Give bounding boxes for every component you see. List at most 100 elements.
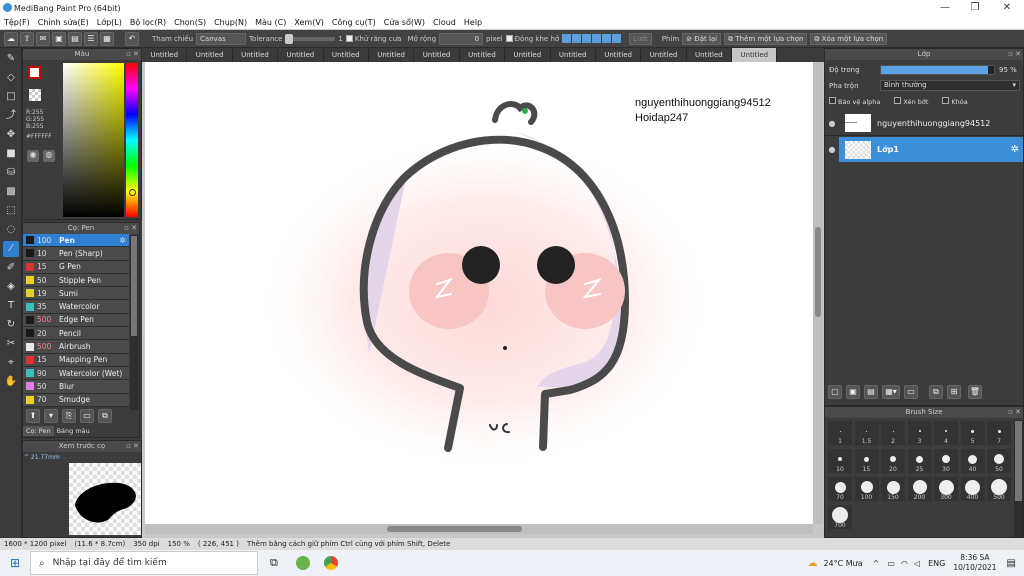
brush-item[interactable]: 50 Stipple Pen [23, 273, 129, 288]
new-layer-icon[interactable]: ▢ [828, 385, 842, 399]
brush-item[interactable]: 15 G Pen [23, 260, 129, 274]
operation-tool-icon[interactable]: ↻ [3, 317, 19, 333]
menu-edit[interactable]: Chỉnh sửa(E) [34, 18, 93, 27]
folder-icon[interactable]: ▭ [904, 385, 918, 399]
pen-line-tool-icon[interactable]: ⤴ [3, 108, 19, 124]
lasso-tool-icon[interactable]: ◌ [3, 222, 19, 238]
duplicate-layer-icon[interactable]: ⧉ [929, 385, 943, 399]
windows-start-icon[interactable]: ⊞ [0, 556, 30, 570]
language-indicator[interactable]: ENG [928, 559, 945, 568]
brush-item[interactable]: 19 Sumi [23, 287, 129, 301]
blend-mode-select[interactable]: Bình thường ▾ [880, 80, 1020, 91]
gear-icon[interactable]: ✲ [119, 236, 126, 245]
drawing-canvas[interactable]: nguyenthihuonggiang94512 Hoidap247 [145, 62, 813, 524]
tab-color-palette[interactable]: Bảng màu [54, 426, 93, 436]
new-8bit-layer-icon[interactable]: ▤ [864, 385, 878, 399]
new-halftone-layer-icon[interactable]: ▣ [846, 385, 860, 399]
brush-size-option[interactable]: 70 [828, 477, 852, 501]
brush-size-option[interactable]: 30 [934, 449, 958, 473]
brush-size-option[interactable]: 10 [828, 449, 852, 473]
select-tool-icon[interactable]: ⬚ [3, 203, 19, 219]
add-brush-icon[interactable]: ⬆ [26, 409, 40, 423]
protect-alpha-checkbox[interactable]: Bảo vệ alpha [829, 97, 880, 106]
document-tab[interactable]: Untitled [687, 48, 733, 62]
add-selection-button[interactable]: ⧉ Thêm một lựa chọn [724, 32, 808, 45]
brush-list-scrollbar[interactable] [130, 235, 138, 410]
brush-item[interactable]: 20 Pencil [23, 327, 129, 341]
layer-item[interactable]: ● ━━━━━ nguyenthihuonggiang94512 [825, 111, 1023, 136]
reference-select[interactable]: Canvas [196, 32, 247, 45]
panel-close-icon[interactable]: ▫ ✕ [126, 49, 139, 60]
eye-icon[interactable]: ● [825, 137, 839, 162]
brush-size-option[interactable]: 2 [881, 421, 905, 445]
brush-item[interactable]: 10 Pen (Sharp) [23, 247, 129, 261]
expand-stepper[interactable]: 0 [439, 32, 484, 45]
document-tab[interactable]: Untitled [187, 48, 233, 62]
document-tab[interactable]: Untitled [369, 48, 415, 62]
brush-size-option[interactable]: 300 [934, 477, 958, 501]
brush-item[interactable]: 90 Watercolor (Wet) [23, 366, 129, 381]
wifi-icon[interactable]: ◠ [901, 559, 908, 568]
brush-menu-icon[interactable]: ▾ [44, 409, 58, 423]
list-icon[interactable]: ☰ [84, 31, 98, 46]
copy-icon[interactable]: ⎘ [62, 409, 76, 423]
canvas-vertical-scrollbar[interactable] [813, 62, 823, 524]
palette-icon[interactable]: ◉ [27, 150, 39, 162]
brush-size-option[interactable]: 5 [960, 421, 985, 445]
saturation-value-picker[interactable] [63, 63, 124, 217]
material-icon[interactable]: ▣ [52, 31, 66, 46]
document-tab[interactable]: Untitled [641, 48, 687, 62]
task-view-icon[interactable]: ⧉ [270, 556, 278, 570]
antialias-checkbox[interactable] [345, 35, 353, 42]
opacity-slider[interactable] [880, 65, 995, 75]
menu-snap[interactable]: Chụp(N) [210, 18, 251, 27]
brush-size-option[interactable]: 1.5 [854, 421, 879, 445]
document-tab[interactable]: Untitled [551, 48, 596, 62]
brush-tool-icon[interactable]: ✎ [3, 51, 19, 67]
chrome-icon[interactable] [323, 556, 338, 570]
share-icon[interactable]: ⇪ [20, 31, 34, 46]
menu-cloud[interactable]: Cloud [429, 18, 460, 27]
layers-icon[interactable]: ▤ [68, 31, 82, 46]
brush-size-option[interactable]: 200 [907, 477, 932, 501]
close-button[interactable]: ✕ [992, 0, 1022, 16]
transparent-color-swatch[interactable] [29, 89, 41, 101]
menu-help[interactable]: Help [460, 18, 486, 27]
select-pen-tool-icon[interactable]: ✐ [3, 260, 19, 276]
merge-layer-icon[interactable]: ⊞ [947, 385, 961, 399]
panel-close-icon[interactable]: ▫ ✕ [1008, 407, 1021, 418]
gap-level-selector[interactable] [562, 34, 622, 43]
comment-icon[interactable]: ✉ [36, 31, 50, 46]
grid-toggle-button[interactable]: Lưới [629, 32, 652, 45]
minimize-button[interactable]: — [930, 0, 960, 16]
remove-selection-button[interactable]: ⧉ Xóa một lựa chọn [810, 32, 888, 45]
eye-icon[interactable]: ● [825, 119, 839, 128]
document-tab[interactable]: Untitled [505, 48, 551, 62]
brush-size-option[interactable]: 15 [854, 449, 879, 473]
brush-size-option[interactable]: 3 [907, 421, 932, 445]
brush-size-option[interactable]: 150 [881, 477, 905, 501]
bucket-tool-icon[interactable]: ⛁ [3, 165, 19, 181]
brush-item[interactable]: 35 Watercolor [23, 300, 129, 314]
layer-item-selected[interactable]: Lớp1 ✲ [839, 137, 1023, 162]
divide-tool-icon[interactable]: ✂ [3, 336, 19, 352]
document-tab[interactable]: Untitled [414, 48, 460, 62]
select-eraser-tool-icon[interactable]: ◈ [3, 279, 19, 295]
cloud-icon[interactable]: ☁ [4, 31, 18, 46]
gradient-tool-icon[interactable]: ▩ [3, 184, 19, 200]
taskbar-search[interactable]: ⌕ Nhập tại đây để tìm kiếm [30, 551, 258, 575]
menu-tools[interactable]: Công cụ(T) [328, 18, 380, 27]
document-tab[interactable]: Untitled [142, 48, 188, 62]
tray-chevron-icon[interactable]: ^ [873, 559, 880, 568]
brush-size-option[interactable]: 4 [934, 421, 958, 445]
volume-icon[interactable]: ◁ [914, 559, 920, 568]
brush-size-option[interactable]: 40 [960, 449, 985, 473]
brush-size-option[interactable]: 1 [828, 421, 852, 445]
brush-size-option[interactable]: 100 [854, 477, 879, 501]
document-tab[interactable]: Untitled [278, 48, 324, 62]
brush-item[interactable]: 50 Blur [23, 380, 129, 394]
brush-size-option[interactable]: 25 [907, 449, 932, 473]
document-tab[interactable]: Untitled [324, 48, 369, 62]
brush-item[interactable]: 500 Airbrush [23, 340, 129, 354]
brush-item[interactable]: 100 Pen ✲ [23, 234, 129, 248]
